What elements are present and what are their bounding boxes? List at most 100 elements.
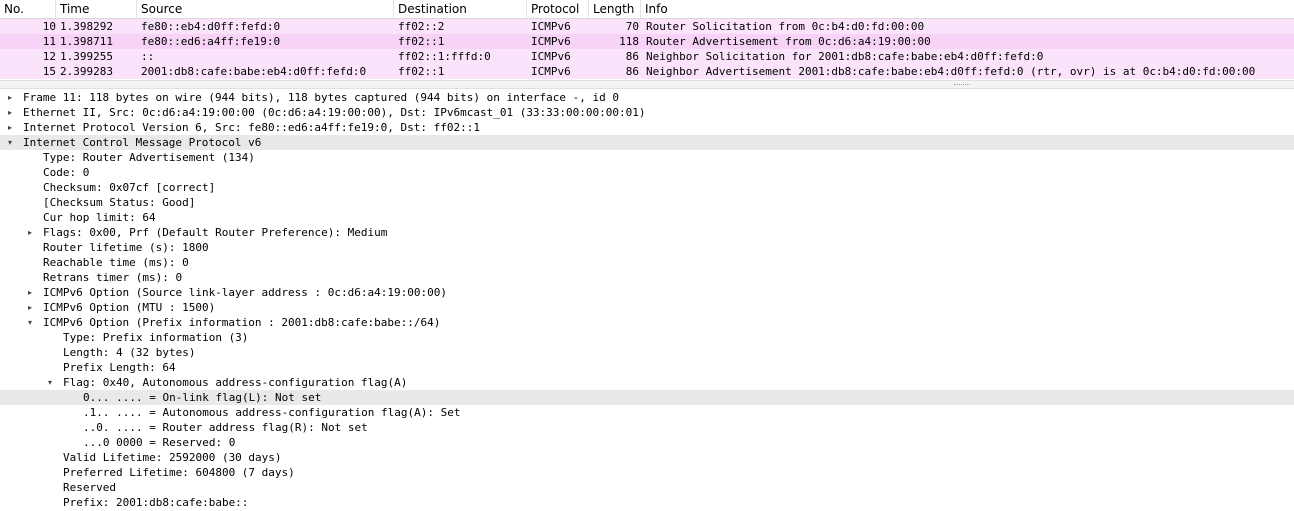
column-header-length[interactable]: Length [589, 0, 641, 18]
packet-list: 10 1.398292 fe80::eb4:d0ff:fefd:0 ff02::… [0, 19, 1294, 79]
tree-item-ethernet[interactable]: ▸ Ethernet II, Src: 0c:d6:a4:19:00:00 (0… [0, 105, 1294, 120]
tree-item-frame[interactable]: ▸ Frame 11: 118 bytes on wire (944 bits)… [0, 90, 1294, 105]
tree-item-label: ICMPv6 Option (Source link-layer address… [43, 286, 447, 299]
tree-item-icmpv6[interactable]: ▾ Internet Control Message Protocol v6 [0, 135, 1294, 150]
packet-source: 2001:db8:cafe:babe:eb4:d0ff:fefd:0 [141, 65, 367, 78]
tree-item-label: .1.. .... = Autonomous address-configura… [83, 406, 461, 419]
tree-item-valid-lifetime[interactable]: Valid Lifetime: 2592000 (30 days) [0, 450, 1294, 465]
tree-item-cur-hop-limit[interactable]: Cur hop limit: 64 [0, 210, 1294, 225]
tree-item-retrans-timer[interactable]: Retrans timer (ms): 0 [0, 270, 1294, 285]
column-header-protocol[interactable]: Protocol [527, 0, 589, 18]
tree-item-reachable-time[interactable]: Reachable time (ms): 0 [0, 255, 1294, 270]
packet-no: 12 [42, 50, 56, 63]
tree-item-checksum[interactable]: Checksum: 0x07cf [correct] [0, 180, 1294, 195]
tree-item-label: Flag: 0x40, Autonomous address-configura… [63, 376, 408, 389]
expand-arrow-icon[interactable]: ▸ [5, 90, 15, 105]
tree-item-type[interactable]: Type: Router Advertisement (134) [0, 150, 1294, 165]
packet-length: 86 [625, 65, 639, 78]
tree-item-label: Ethernet II, Src: 0c:d6:a4:19:00:00 (0c:… [23, 106, 646, 119]
packet-protocol: ICMPv6 [531, 35, 571, 48]
collapse-arrow-icon[interactable]: ▾ [25, 315, 35, 330]
tree-item-reserved[interactable]: Reserved [0, 480, 1294, 495]
packet-source: :: [141, 50, 155, 63]
tree-item-router-lifetime[interactable]: Router lifetime (s): 1800 [0, 240, 1294, 255]
tree-item-label: Type: Router Advertisement (134) [43, 151, 255, 164]
tree-item-label: ICMPv6 Option (MTU : 1500) [43, 301, 216, 314]
tree-item-label: Reserved [63, 481, 116, 494]
packet-info: Router Advertisement from 0c:d6:a4:19:00… [646, 35, 931, 48]
packet-info: Neighbor Solicitation for 2001:db8:cafe:… [646, 50, 1044, 63]
tree-item-prefix-length-bytes[interactable]: Length: 4 (32 bytes) [0, 345, 1294, 360]
packet-length: 118 [619, 35, 639, 48]
tree-item-label: Cur hop limit: 64 [43, 211, 156, 224]
tree-item-ipv6[interactable]: ▸ Internet Protocol Version 6, Src: fe80… [0, 120, 1294, 135]
tree-item-prefix-flag[interactable]: ▾ Flag: 0x40, Autonomous address-configu… [0, 375, 1294, 390]
collapse-arrow-icon[interactable]: ▾ [45, 375, 55, 390]
tree-item-label: Valid Lifetime: 2592000 (30 days) [63, 451, 282, 464]
packet-no: 15 [42, 65, 56, 78]
tree-item-option-mtu[interactable]: ▸ ICMPv6 Option (MTU : 1500) [0, 300, 1294, 315]
tree-item-prefix[interactable]: Prefix: 2001:db8:cafe:babe:: [0, 495, 1294, 510]
tree-item-label: ..0. .... = Router address flag(R): Not … [83, 421, 368, 434]
packet-protocol: ICMPv6 [531, 20, 571, 33]
tree-item-flags[interactable]: ▸ Flags: 0x00, Prf (Default Router Prefe… [0, 225, 1294, 240]
packet-row-selected[interactable]: 11 1.398711 fe80::ed6:a4ff:fe19:0 ff02::… [0, 34, 1294, 49]
tree-item-option-prefix[interactable]: ▾ ICMPv6 Option (Prefix information : 20… [0, 315, 1294, 330]
tree-item-label: Code: 0 [43, 166, 90, 179]
packet-length: 86 [625, 50, 639, 63]
tree-item-label: Length: 4 (32 bytes) [63, 346, 196, 359]
packet-time: 1.398711 [60, 35, 113, 48]
tree-item-router-address-flag[interactable]: ..0. .... = Router address flag(R): Not … [0, 420, 1294, 435]
packet-detail-tree: ▸ Frame 11: 118 bytes on wire (944 bits)… [0, 90, 1294, 510]
tree-item-prefix-length[interactable]: Prefix Length: 64 [0, 360, 1294, 375]
tree-item-label: 0... .... = On-link flag(L): Not set [83, 391, 322, 404]
splitter-grip-icon[interactable] [954, 84, 970, 87]
tree-item-reserved-bits[interactable]: ...0 0000 = Reserved: 0 [0, 435, 1294, 450]
tree-item-label: Internet Control Message Protocol v6 [23, 136, 262, 149]
tree-item-label: Flags: 0x00, Prf (Default Router Prefere… [43, 226, 388, 239]
tree-item-option-source-lladdr[interactable]: ▸ ICMPv6 Option (Source link-layer addre… [0, 285, 1294, 300]
tree-item-prefix-type[interactable]: Type: Prefix information (3) [0, 330, 1294, 345]
tree-item-label: Frame 11: 118 bytes on wire (944 bits), … [23, 91, 620, 104]
column-header-no[interactable]: No. [0, 0, 56, 18]
column-header-source[interactable]: Source [137, 0, 394, 18]
expand-arrow-icon[interactable]: ▸ [25, 225, 35, 240]
tree-item-label: Preferred Lifetime: 604800 (7 days) [63, 466, 295, 479]
packet-destination: ff02::2 [398, 20, 445, 33]
tree-item-label: ICMPv6 Option (Prefix information : 2001… [43, 316, 441, 329]
packet-destination: ff02::1 [398, 65, 445, 78]
packet-source: fe80::ed6:a4ff:fe19:0 [141, 35, 281, 48]
column-header-destination[interactable]: Destination [394, 0, 527, 18]
collapse-arrow-icon[interactable]: ▾ [5, 135, 15, 150]
column-header-info[interactable]: Info [641, 0, 1294, 18]
tree-item-label: Retrans timer (ms): 0 [43, 271, 183, 284]
tree-item-on-link-flag[interactable]: 0... .... = On-link flag(L): Not set [0, 390, 1294, 405]
packet-row[interactable]: 10 1.398292 fe80::eb4:d0ff:fefd:0 ff02::… [0, 19, 1294, 34]
column-header-time[interactable]: Time [56, 0, 137, 18]
tree-item-label: ...0 0000 = Reserved: 0 [83, 436, 236, 449]
packet-source: fe80::eb4:d0ff:fefd:0 [141, 20, 281, 33]
expand-arrow-icon[interactable]: ▸ [5, 120, 15, 135]
packet-info: Neighbor Advertisement 2001:db8:cafe:bab… [646, 65, 1256, 78]
expand-arrow-icon[interactable]: ▸ [25, 285, 35, 300]
tree-item-checksum-status[interactable]: [Checksum Status: Good] [0, 195, 1294, 210]
tree-item-label: Internet Protocol Version 6, Src: fe80::… [23, 121, 480, 134]
expand-arrow-icon[interactable]: ▸ [25, 300, 35, 315]
packet-destination: ff02::1 [398, 35, 445, 48]
tree-item-label: Type: Prefix information (3) [63, 331, 249, 344]
tree-item-label: Reachable time (ms): 0 [43, 256, 189, 269]
packet-protocol: ICMPv6 [531, 50, 571, 63]
tree-item-label: Prefix: 2001:db8:cafe:babe:: [63, 496, 249, 509]
packet-info: Router Solicitation from 0c:b4:d0:fd:00:… [646, 20, 925, 33]
tree-item-label: Router lifetime (s): 1800 [43, 241, 209, 254]
pane-splitter[interactable] [0, 80, 1294, 89]
tree-item-autonomous-flag[interactable]: .1.. .... = Autonomous address-configura… [0, 405, 1294, 420]
tree-item-preferred-lifetime[interactable]: Preferred Lifetime: 604800 (7 days) [0, 465, 1294, 480]
packet-row[interactable]: 15 2.399283 2001:db8:cafe:babe:eb4:d0ff:… [0, 64, 1294, 79]
packet-destination: ff02::1:fffd:0 [398, 50, 491, 63]
packet-list-header: No. Time Source Destination Protocol Len… [0, 0, 1294, 19]
packet-row[interactable]: 12 1.399255 :: ff02::1:fffd:0 ICMPv6 86 … [0, 49, 1294, 64]
expand-arrow-icon[interactable]: ▸ [5, 105, 15, 120]
packet-protocol: ICMPv6 [531, 65, 571, 78]
tree-item-code[interactable]: Code: 0 [0, 165, 1294, 180]
